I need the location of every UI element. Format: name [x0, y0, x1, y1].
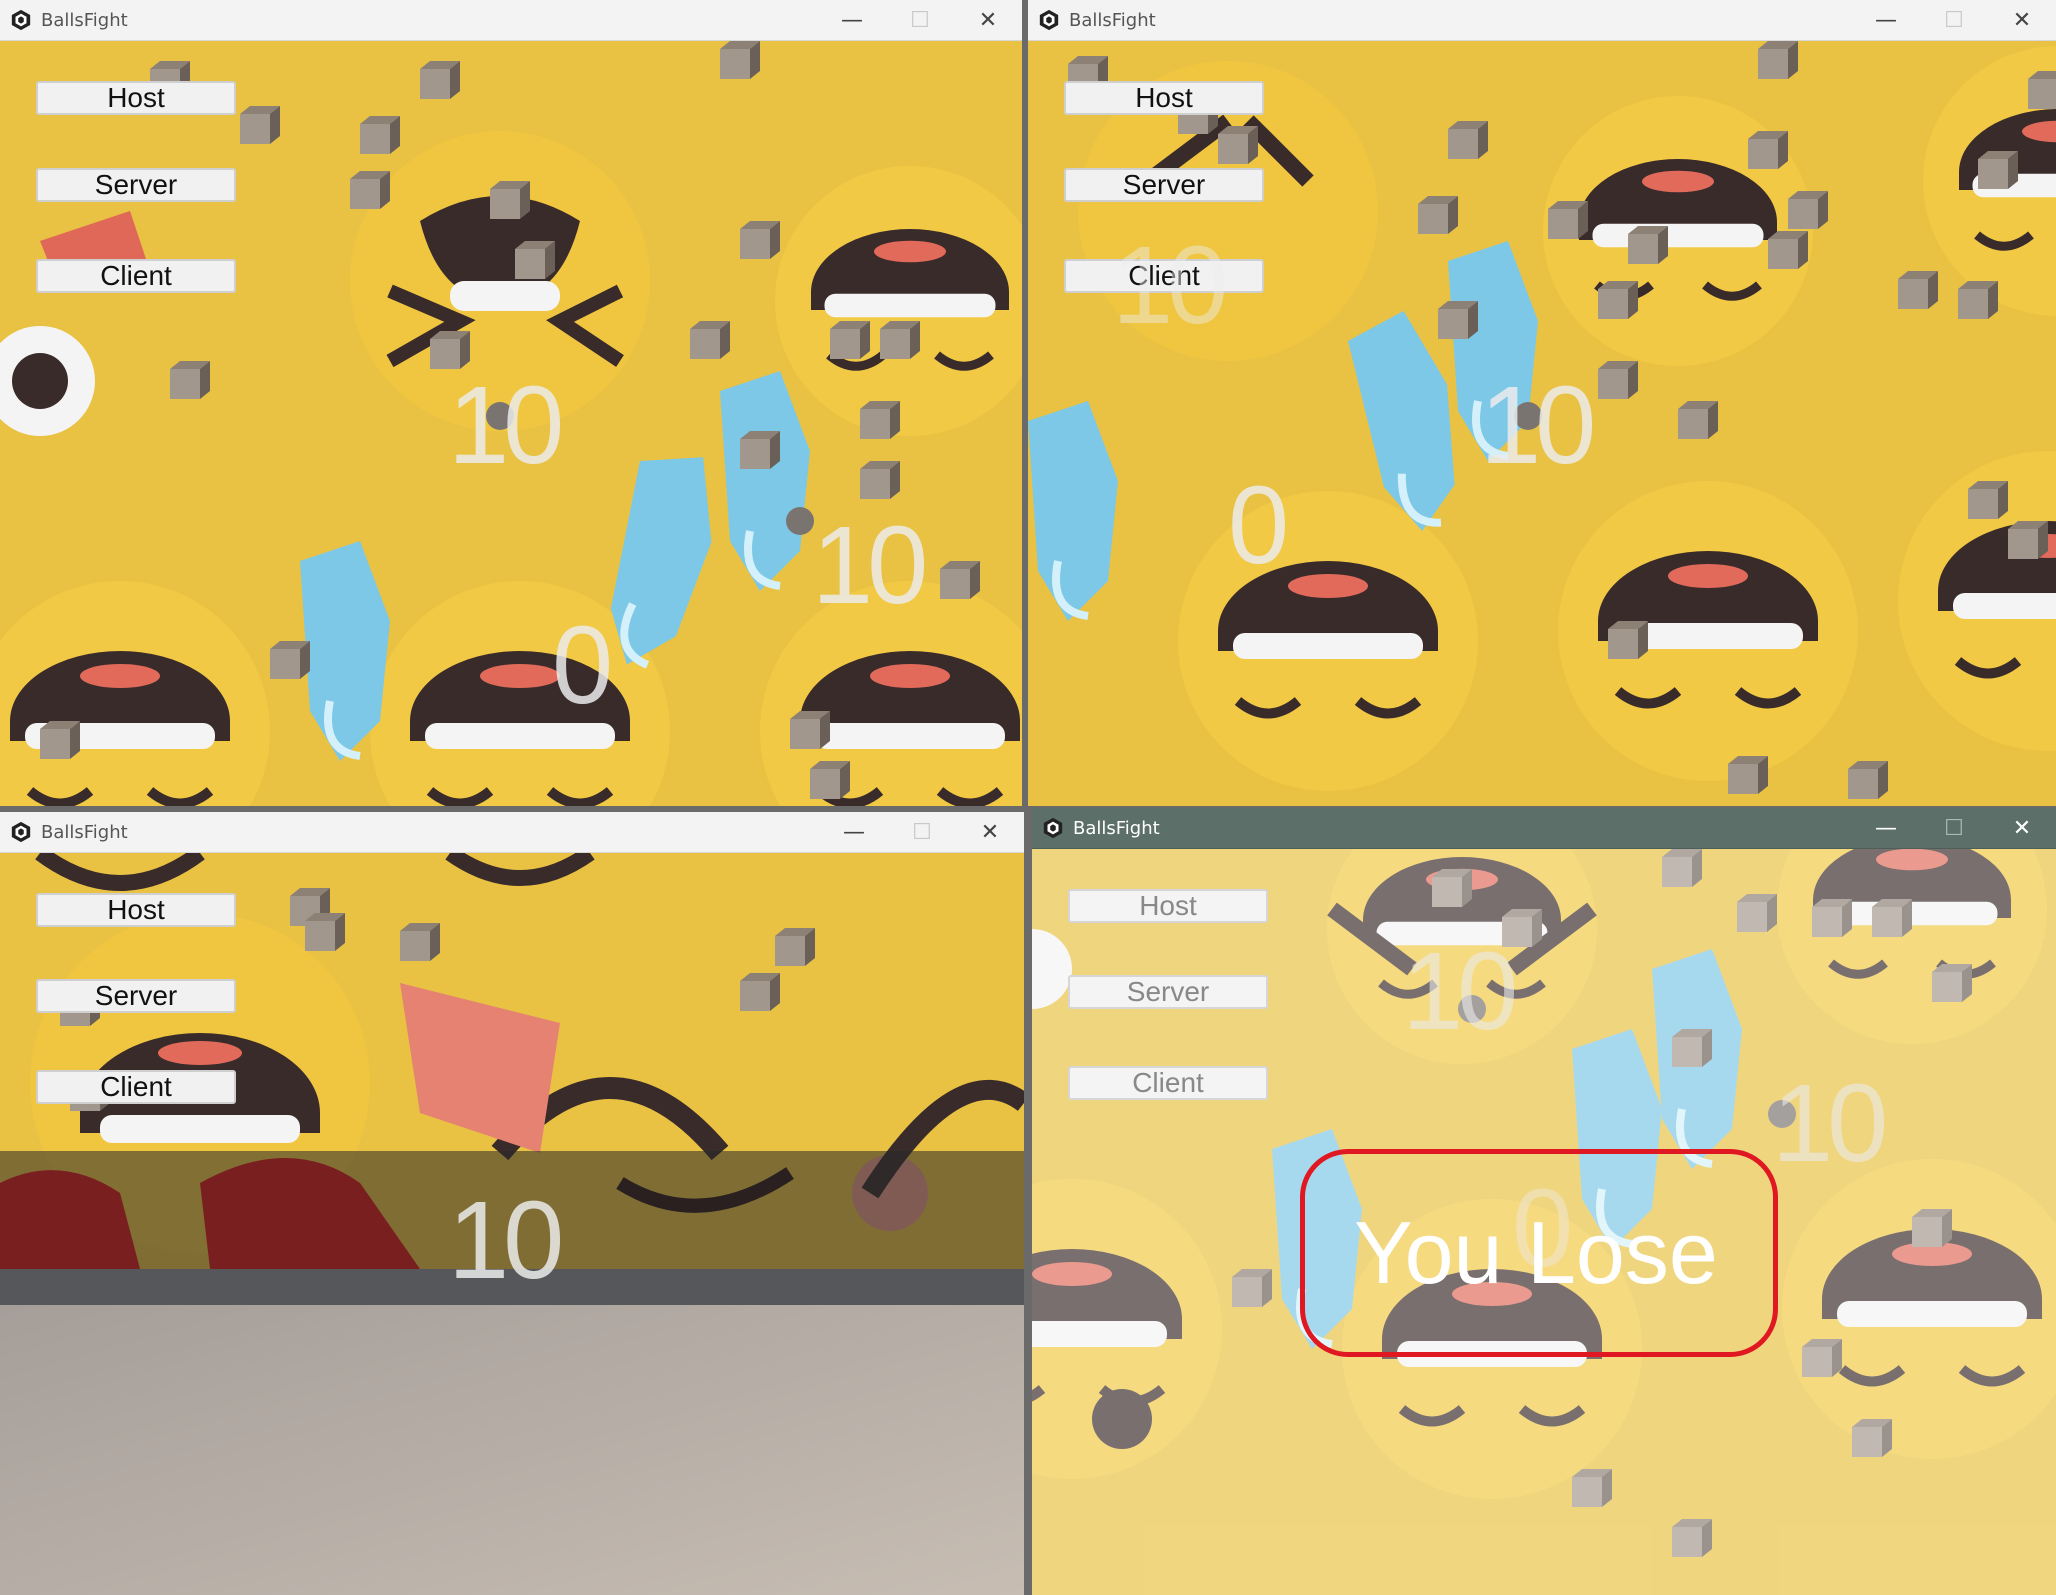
- close-icon[interactable]: ✕: [1988, 0, 2056, 40]
- client-button[interactable]: Client: [1068, 1066, 1268, 1100]
- maximize-icon[interactable]: ☐: [1920, 0, 1988, 40]
- score-label: 10: [1772, 1062, 1888, 1185]
- game-viewport[interactable]: Host Server Client 10 10 0: [0, 41, 1022, 806]
- maximize-icon[interactable]: ☐: [886, 0, 954, 40]
- score-label: 10: [1480, 364, 1596, 487]
- close-icon[interactable]: ✕: [1988, 808, 2056, 848]
- server-button[interactable]: Server: [36, 979, 236, 1013]
- host-button[interactable]: Host: [1064, 81, 1264, 115]
- host-button[interactable]: Host: [36, 893, 236, 927]
- minimize-icon[interactable]: —: [1852, 0, 1920, 40]
- window-top-right: BallsFight — ☐ ✕ Host Server Client 10 1…: [1028, 0, 2056, 806]
- host-button[interactable]: Host: [36, 81, 236, 115]
- close-icon[interactable]: ✕: [954, 0, 1022, 40]
- score-label: 10: [448, 1179, 564, 1302]
- unity-logo-icon: [10, 9, 32, 31]
- title-bar[interactable]: BallsFight — ☐ ✕: [1028, 0, 2056, 41]
- minimize-icon[interactable]: —: [818, 0, 886, 40]
- host-button[interactable]: Host: [1068, 889, 1268, 923]
- client-button[interactable]: Client: [36, 1070, 236, 1104]
- close-icon[interactable]: ✕: [956, 812, 1024, 852]
- maximize-icon[interactable]: ☐: [888, 812, 956, 852]
- window-top-left: BallsFight — ☐ ✕ Host Server Client 10 1…: [0, 0, 1022, 806]
- score-label: 10: [448, 364, 564, 487]
- minimize-icon[interactable]: —: [1852, 808, 1920, 848]
- window-title: BallsFight: [41, 9, 128, 31]
- title-bar[interactable]: BallsFight — ☐ ✕: [1032, 808, 2056, 849]
- unity-logo-icon: [10, 821, 32, 843]
- unity-logo-icon: [1038, 9, 1060, 31]
- maximize-icon[interactable]: ☐: [1920, 808, 1988, 848]
- score-label: 0: [1228, 464, 1289, 587]
- game-viewport[interactable]: Host Server Client 10: [0, 853, 1024, 1595]
- title-bar[interactable]: BallsFight — ☐ ✕: [0, 812, 1024, 853]
- game-viewport[interactable]: Host Server Client 10 10 0: [1028, 41, 2056, 806]
- server-button[interactable]: Server: [1068, 975, 1268, 1009]
- game-viewport[interactable]: Host Server Client 10 10 0 You Lose: [1032, 849, 2056, 1595]
- minimize-icon[interactable]: —: [820, 812, 888, 852]
- score-label: 10: [812, 504, 928, 627]
- server-button[interactable]: Server: [1064, 168, 1264, 202]
- window-title: BallsFight: [1069, 9, 1156, 31]
- title-bar[interactable]: BallsFight — ☐ ✕: [0, 0, 1022, 41]
- window-bottom-left: BallsFight — ☐ ✕ Host Server Client 10: [0, 812, 1024, 1595]
- score-label: 10: [1402, 930, 1518, 1053]
- window-title: BallsFight: [41, 821, 128, 843]
- window-title: BallsFight: [1073, 817, 1160, 839]
- unity-logo-icon: [1042, 817, 1064, 839]
- you-lose-message: You Lose: [1354, 1203, 1718, 1302]
- client-button[interactable]: Client: [36, 259, 236, 293]
- server-button[interactable]: Server: [36, 168, 236, 202]
- score-label: 10: [1112, 224, 1228, 347]
- score-label: 0: [552, 604, 613, 727]
- window-bottom-right: BallsFight — ☐ ✕ Host Server Client 10 1…: [1032, 808, 2056, 1595]
